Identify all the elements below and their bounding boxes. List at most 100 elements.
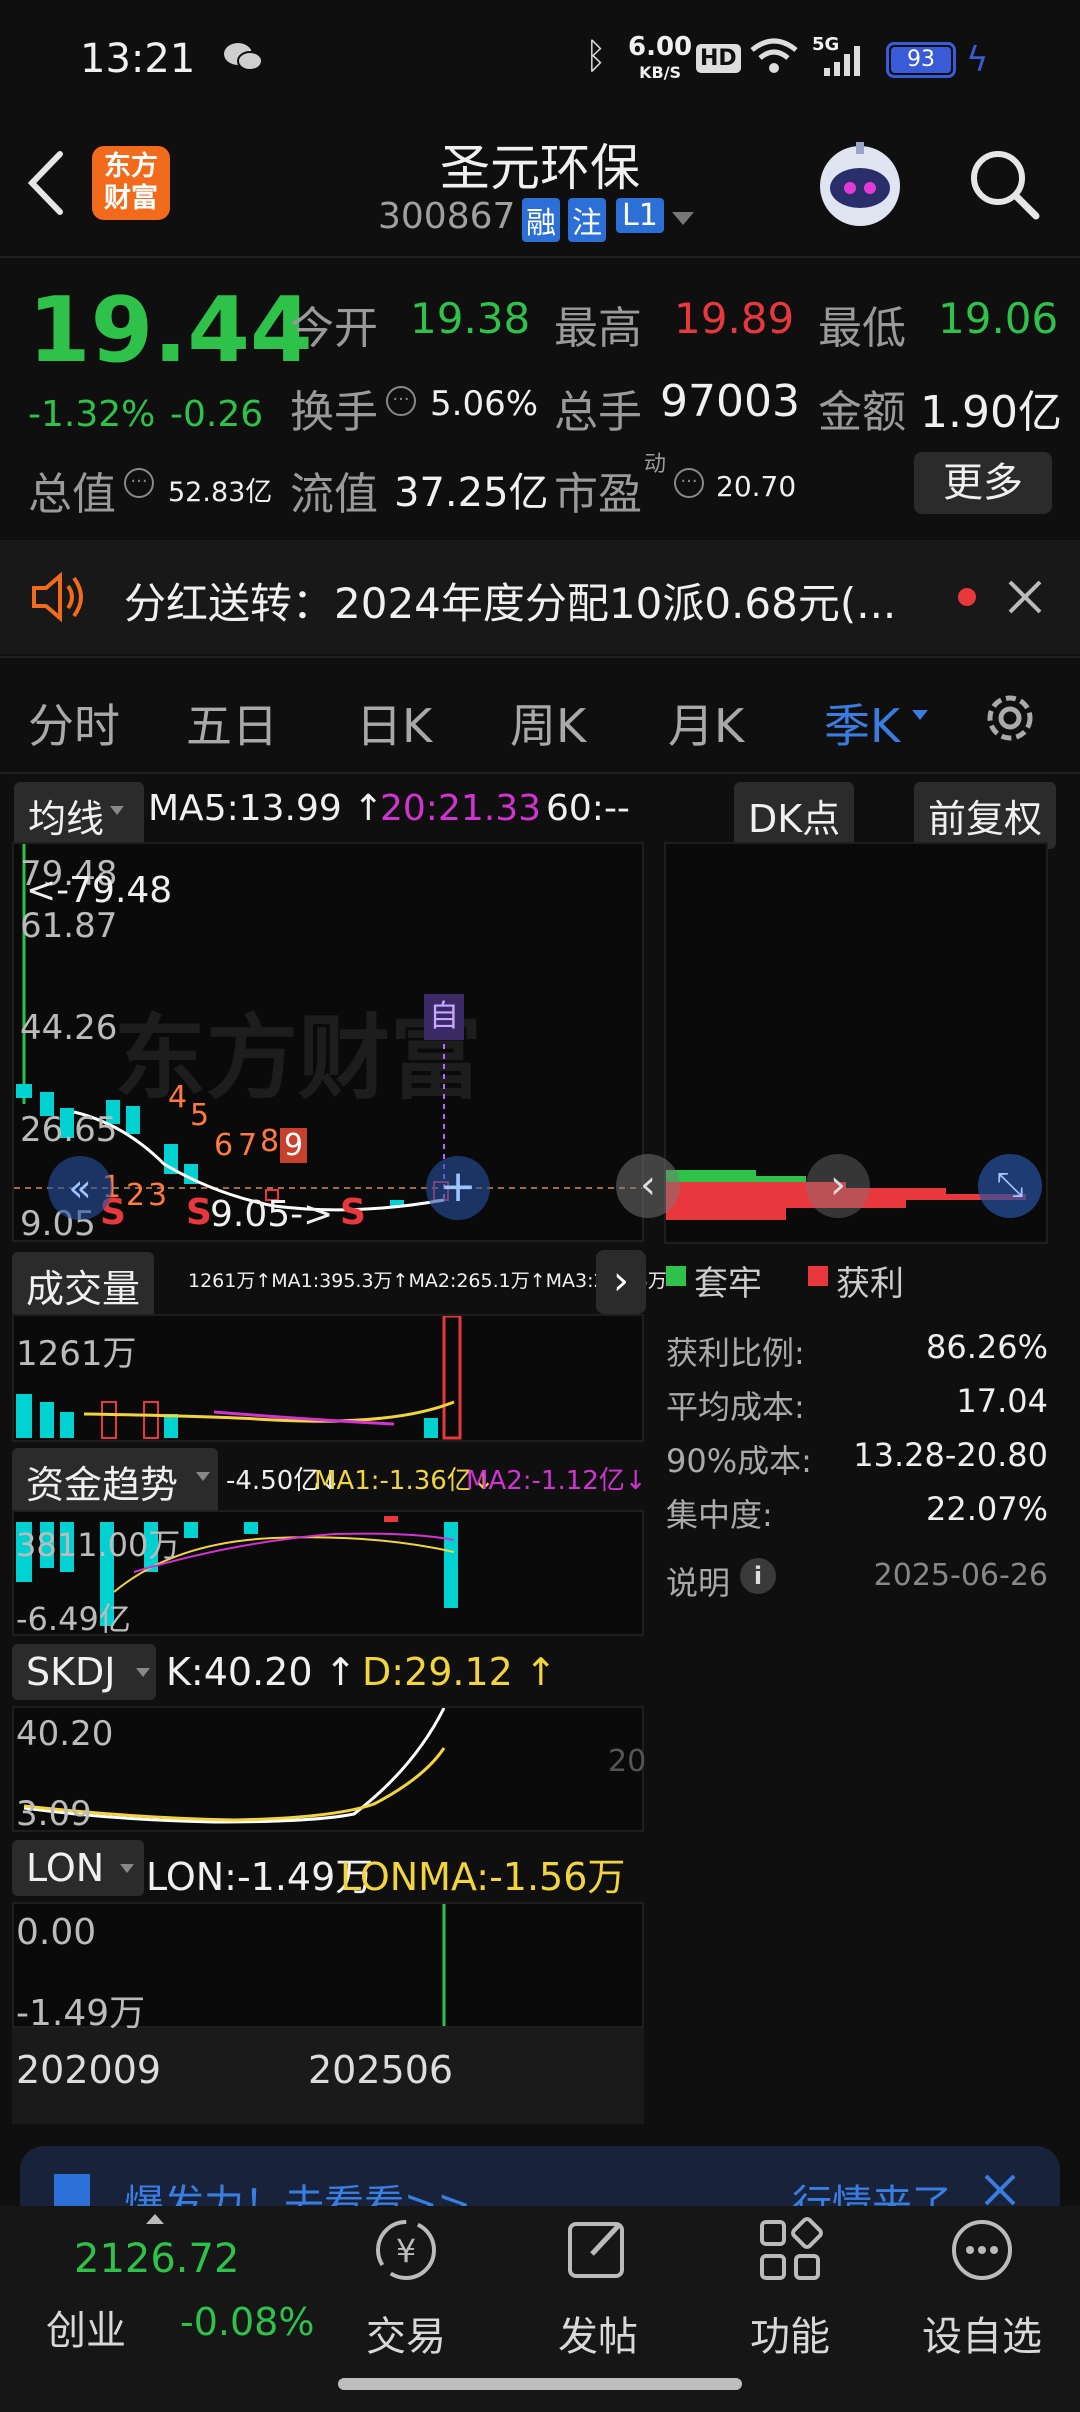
info-icon[interactable]: ··· [124,468,154,498]
chevron-up-icon[interactable] [146,2214,164,2224]
min-price-marker: 9.05-> [210,1194,334,1235]
nav-trade[interactable]: ¥ 交易 [316,2210,496,2370]
low-value: 19.06 [938,294,1059,343]
last-price: 19.44 [28,278,313,383]
trapped-legend-swatch [666,1266,686,1286]
notice-text: 分红送转：2024年度分配10派0.68元(... [124,579,897,628]
amount-value: 1.90亿 [920,387,1062,438]
change-amount: -0.26 [170,394,264,435]
change-percent: -1.32% [28,394,156,435]
count-marker: 5 [190,1098,210,1133]
nav-functions[interactable]: 功能 [700,2210,880,2370]
tab-quarterly-k[interactable]: 季K [824,690,900,756]
nav-post-label: 发帖 [558,2314,638,2360]
level-badge: L1 [616,198,664,233]
index-change: -0.08% [180,2300,315,2344]
unread-dot [958,588,976,606]
tab-weekly-k[interactable]: 周K [510,690,586,756]
adjust-button[interactable]: 前复权 [914,782,1057,849]
wifi-icon [748,36,800,76]
fund-trend-ma2: MA2:-1.12亿↓ [466,1466,647,1496]
info-icon[interactable]: i [740,1558,776,1594]
skdj-d-value: D:29.12 ↑ [362,1650,557,1694]
speaker-icon [30,570,90,624]
grid-icon [760,2217,823,2280]
count-marker: 7 [238,1128,258,1163]
info-icon[interactable]: ··· [674,468,704,498]
self-select-marker: 自 [424,994,464,1040]
nav-post[interactable]: 发帖 [508,2210,688,2370]
high-label: 最高 [554,303,642,354]
scroll-left-button[interactable]: « [48,1156,112,1220]
chevron-down-icon [110,806,124,815]
home-indicator[interactable] [338,2378,742,2390]
close-icon[interactable] [980,2170,1020,2206]
lon-chart: 0.00 -1.49万 [12,1902,644,2034]
tab-daily-k[interactable]: 日K [356,690,432,756]
turnover-value: 5.06% [430,384,539,424]
index-value: 2126.72 [74,2236,240,2282]
robot-assistant-icon[interactable] [812,138,908,234]
fund-axis-label: -6.49亿 [16,1600,131,1638]
profit-legend: 获利 [836,1264,904,1304]
svg-text:¥: ¥ [396,2232,416,2270]
amount-label: 金额 [818,387,906,438]
battery-level: 93 [891,47,951,73]
search-icon[interactable] [966,146,1042,222]
chevron-down-icon [120,1864,134,1873]
kline-chart[interactable]: 东方财富 79.48 61.87 44.26 26.65 9.05 <-79.4… [12,842,644,1244]
tab-monthly-k[interactable]: 月K [668,690,744,756]
skdj-selector[interactable]: SKDJ [12,1644,156,1700]
index-name: 创业 [46,2308,126,2354]
hd-badge: HD [696,44,741,73]
chip-next-button[interactable]: › [806,1154,870,1218]
sell-signal: S [340,1192,366,1233]
profit-ratio-label: 获利比例: [666,1334,805,1372]
signal-icon [818,40,868,78]
chevron-down-icon[interactable] [672,212,694,225]
status-time: 13:21 [80,36,196,82]
nav-watchlist[interactable]: 设自选 [892,2210,1072,2370]
info-icon[interactable]: ··· [386,386,416,416]
stock-name: 圣元环保 [440,139,640,197]
chevron-down-icon [196,1472,210,1481]
expand-icon[interactable]: ⤡ [978,1154,1042,1218]
gear-icon[interactable] [980,688,1040,748]
high-value: 19.89 [674,294,795,343]
indicator-selector[interactable]: 均线 [14,782,145,849]
note-label[interactable]: 说明 [666,1558,730,1604]
profit-ratio-value: 86.26% [925,1328,1048,1366]
fund-trend-selector[interactable]: 资金趋势 [12,1448,219,1515]
open-label: 今开 [290,303,378,354]
low-label: 最低 [818,303,906,354]
dividend-notice[interactable]: 分红送转：2024年度分配10派0.68元(... [0,540,1080,654]
chip-distribution-chart: ‹ › ⤡ [616,842,1048,1244]
count-marker: 6 [214,1128,234,1163]
crosshair-button[interactable]: + [426,1156,490,1220]
nav-functions-label: 功能 [750,2314,830,2360]
net-speed-value: 6.00 [628,32,693,62]
count-marker: 9 [280,1128,308,1163]
compose-icon [568,2222,624,2278]
count-marker: 8 [260,1124,280,1159]
promo-banner[interactable]: 爆发力！去看看>> 行情来了 [20,2146,1060,2206]
close-icon[interactable] [1004,576,1046,618]
market-cap-value: 52.83亿 [168,477,273,508]
tab-intraday[interactable]: 分时 [28,690,120,756]
chevron-down-icon [136,1668,150,1677]
avg-cost-value: 17.04 [956,1382,1048,1420]
ma60-value: 60:-- [546,788,630,829]
more-button[interactable]: 更多 [914,452,1052,514]
fund-trend-chart: 3811.00万 -6.49亿 [12,1510,644,1638]
volume-selector[interactable]: 成交量 [12,1252,155,1319]
skdj-axis-label: 3.09 [16,1794,92,1834]
chip-prev-button[interactable]: ‹ [616,1154,680,1218]
chevron-down-icon[interactable] [912,710,928,720]
chevron-right-icon[interactable]: › [596,1250,646,1314]
chip-date: 2025-06-26 [873,1558,1048,1593]
tab-five-day[interactable]: 五日 [186,690,278,756]
ma5-value: MA5:13.99 ↑ [148,788,384,829]
dk-point-button[interactable]: DK点 [734,782,855,849]
float-cap-value: 37.25亿 [394,470,549,516]
cost-90-value: 13.28-20.80 [853,1436,1048,1474]
